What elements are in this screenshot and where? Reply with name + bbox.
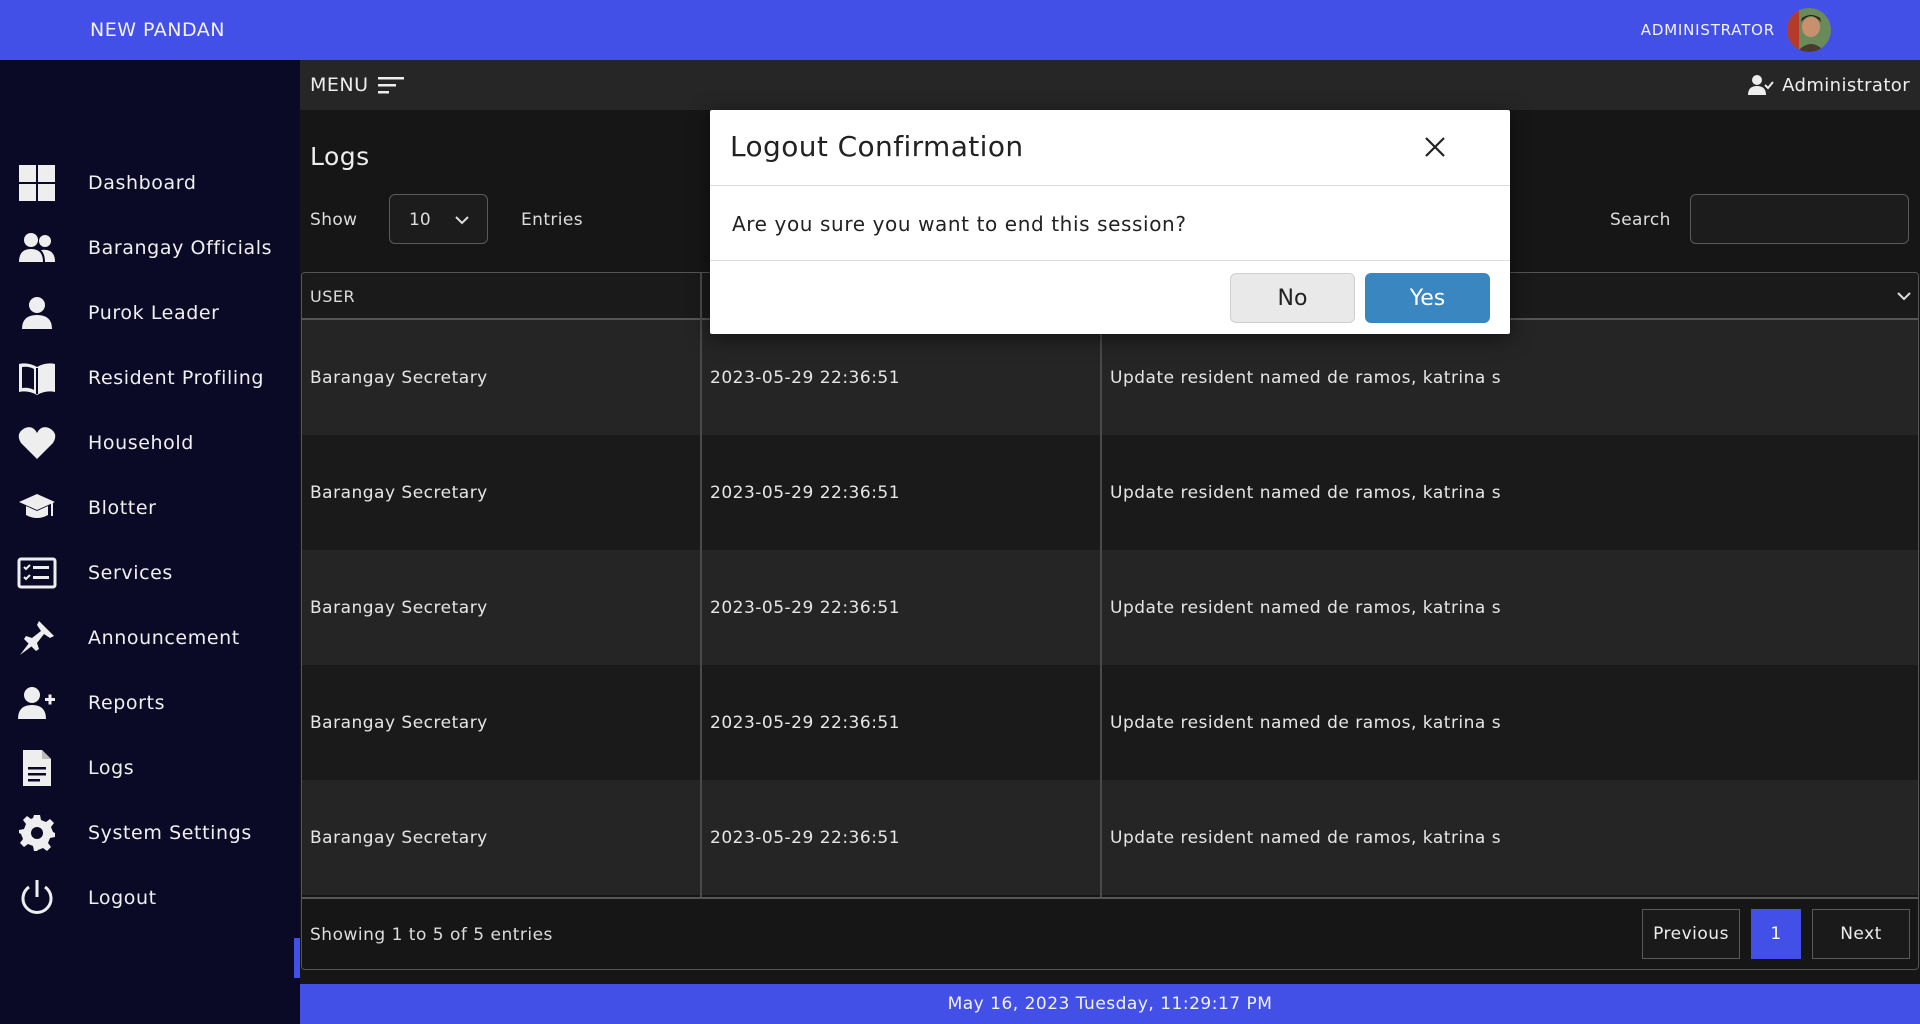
user-icon	[17, 293, 57, 333]
previous-page-button[interactable]: Previous	[1642, 909, 1740, 959]
table-row[interactable]: Barangay Secretary 2023-05-29 22:36:51 U…	[302, 435, 1918, 550]
cell-user: Barangay Secretary	[310, 713, 488, 733]
sidebar-item-label: Announcement	[88, 626, 240, 649]
page-title: Logs	[310, 142, 370, 171]
sidebar-item-dashboard[interactable]: Dashboard	[0, 150, 300, 215]
close-icon[interactable]	[1420, 132, 1450, 162]
sidebar-item-label: Resident Profiling	[88, 366, 265, 389]
user-check-icon	[1748, 75, 1774, 95]
sidebar-item-purok-leader[interactable]: Purok Leader	[0, 280, 300, 345]
entries-select-value: 10	[409, 210, 431, 230]
dashboard-icon	[17, 163, 57, 203]
cell-date: 2023-05-29 22:36:51	[710, 828, 901, 848]
next-page-button[interactable]: Next	[1812, 909, 1910, 959]
menu-bar: MENU Administrator	[300, 60, 1920, 110]
table-row[interactable]: Barangay Secretary 2023-05-29 22:36:51 U…	[302, 780, 1918, 895]
chevron-down-icon[interactable]	[1896, 289, 1912, 303]
sidebar-item-system-settings[interactable]: System Settings	[0, 800, 300, 865]
sidebar-item-reports[interactable]: Reports	[0, 670, 300, 735]
entries-info: Showing 1 to 5 of 5 entries	[310, 925, 553, 945]
topbar-user-label[interactable]: ADMINISTRATOR	[1641, 21, 1775, 39]
menubar-user[interactable]: Administrator	[1748, 74, 1910, 96]
entries-label: Entries	[521, 210, 584, 230]
entries-select[interactable]: 10	[389, 194, 488, 244]
sidebar-item-label: Reports	[88, 691, 166, 714]
table-row[interactable]: Barangay Secretary 2023-05-29 22:36:51 U…	[302, 550, 1918, 665]
heart-icon	[17, 423, 57, 463]
sidebar-item-label: Household	[88, 431, 194, 454]
no-button[interactable]: No	[1230, 273, 1355, 323]
avatar[interactable]	[1787, 8, 1831, 52]
file-icon	[17, 748, 57, 788]
column-divider	[1100, 273, 1102, 898]
table-footer: Showing 1 to 5 of 5 entries Previous 1 N…	[302, 897, 1918, 969]
sidebar-item-logout[interactable]: Logout	[0, 865, 300, 930]
column-header-user[interactable]: USER	[310, 287, 355, 306]
sidebar-item-household[interactable]: Household	[0, 410, 300, 475]
cell-date: 2023-05-29 22:36:51	[710, 713, 901, 733]
dialog-message: Are you sure you want to end this sessio…	[732, 212, 1187, 236]
cell-user: Barangay Secretary	[310, 483, 488, 503]
power-icon	[17, 878, 57, 918]
cell-action: Update resident named de ramos, katrina …	[1110, 828, 1502, 848]
book-icon	[17, 358, 57, 398]
sidebar-item-barangay-officials[interactable]: Barangay Officials	[0, 215, 300, 280]
user-plus-icon	[17, 683, 57, 723]
checklist-icon	[17, 553, 57, 593]
sidebar-item-services[interactable]: Services	[0, 540, 300, 605]
graduation-cap-icon	[17, 488, 57, 528]
sidebar-item-announcement[interactable]: Announcement	[0, 605, 300, 670]
page-1-button[interactable]: 1	[1751, 909, 1801, 959]
dialog-body: Are you sure you want to end this sessio…	[710, 186, 1510, 261]
menubar-user-label: Administrator	[1782, 74, 1910, 96]
sidebar-item-logs[interactable]: Logs	[0, 735, 300, 800]
cell-user: Barangay Secretary	[310, 368, 488, 388]
cell-action: Update resident named de ramos, katrina …	[1110, 483, 1502, 503]
show-label: Show	[310, 210, 358, 230]
sidebar: Dashboard Barangay Officials Purok Leade…	[0, 60, 300, 1024]
sidebar-item-resident-profiling[interactable]: Resident Profiling	[0, 345, 300, 410]
menu-toggle-label[interactable]: MENU	[310, 74, 369, 96]
sidebar-item-label: Blotter	[88, 496, 157, 519]
dialog-header: Logout Confirmation	[710, 110, 1510, 186]
pin-icon	[17, 618, 57, 658]
logs-table: USER Barangay Secretary 2023-05-29 22:36…	[301, 272, 1919, 970]
sidebar-item-blotter[interactable]: Blotter	[0, 475, 300, 540]
yes-button[interactable]: Yes	[1365, 273, 1490, 323]
table-row[interactable]: Barangay Secretary 2023-05-29 22:36:51 U…	[302, 320, 1918, 435]
cell-user: Barangay Secretary	[310, 828, 488, 848]
column-divider	[700, 273, 702, 898]
sidebar-item-label: System Settings	[88, 821, 252, 844]
top-bar: NEW PANDAN ADMINISTRATOR	[0, 0, 1920, 60]
sidebar-item-label: Dashboard	[88, 171, 197, 194]
table-row[interactable]: Barangay Secretary 2023-05-29 22:36:51 U…	[302, 665, 1918, 780]
search-input[interactable]	[1690, 194, 1909, 244]
sidebar-item-label: Services	[88, 561, 173, 584]
cell-action: Update resident named de ramos, katrina …	[1110, 598, 1502, 618]
users-icon	[17, 228, 57, 268]
cell-action: Update resident named de ramos, katrina …	[1110, 368, 1502, 388]
sidebar-item-label: Logout	[88, 886, 157, 909]
sidebar-item-label: Purok Leader	[88, 301, 220, 324]
cell-date: 2023-05-29 22:36:51	[710, 368, 901, 388]
cell-date: 2023-05-29 22:36:51	[710, 483, 901, 503]
logout-confirmation-dialog: Logout Confirmation Are you sure you wan…	[710, 110, 1510, 334]
chevron-down-icon	[455, 216, 469, 225]
dialog-title: Logout Confirmation	[730, 130, 1024, 163]
menu-icon[interactable]	[378, 74, 404, 96]
search-label: Search	[1610, 210, 1671, 230]
cell-user: Barangay Secretary	[310, 598, 488, 618]
sidebar-item-label: Barangay Officials	[88, 236, 273, 259]
cell-date: 2023-05-29 22:36:51	[710, 598, 901, 618]
sidebar-item-label: Logs	[88, 756, 135, 779]
brand-name[interactable]: NEW PANDAN	[90, 19, 225, 41]
gear-icon	[17, 813, 57, 853]
footer-datetime: May 16, 2023 Tuesday, 11:29:17 PM	[300, 984, 1920, 1024]
cell-action: Update resident named de ramos, katrina …	[1110, 713, 1502, 733]
